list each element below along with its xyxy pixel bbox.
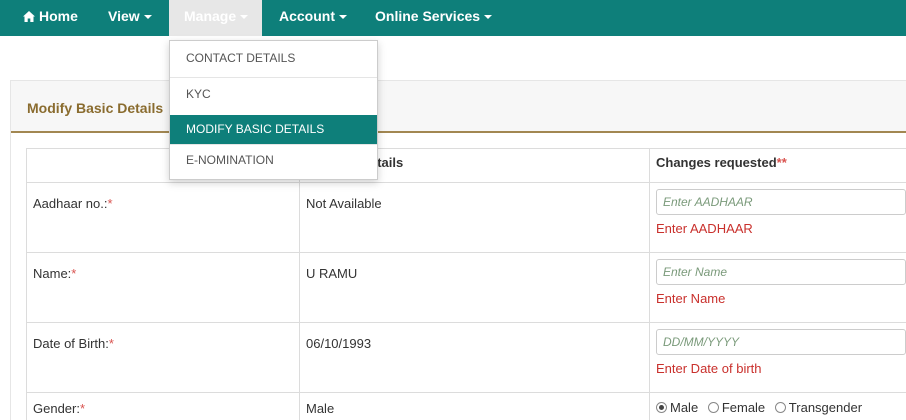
table-header-row: etails Changes requested** bbox=[26, 148, 906, 183]
date-of-birth-input[interactable] bbox=[656, 329, 906, 355]
current-value: 06/10/1993 bbox=[299, 322, 650, 393]
radio-label: Female bbox=[721, 400, 766, 415]
nav-home-label: Home bbox=[39, 8, 78, 24]
nav-manage[interactable]: Manage bbox=[169, 0, 262, 36]
chevron-down-icon bbox=[240, 15, 249, 20]
current-value: Male bbox=[299, 392, 650, 420]
nav-home[interactable]: Home bbox=[23, 0, 78, 36]
table-row: Gender:* Male Male Female Transgender bbox=[26, 392, 906, 420]
radio-label: Transgender bbox=[788, 400, 863, 415]
gender-radio-transgender[interactable] bbox=[774, 402, 786, 413]
top-navbar: Home View Manage Account Online Services bbox=[0, 0, 906, 36]
error-message: Enter Date of birth bbox=[656, 361, 762, 376]
change-cell: Enter Date of birth bbox=[649, 322, 906, 393]
gender-radio-male[interactable] bbox=[656, 402, 667, 413]
table-row: Date of Birth:* 06/10/1993 Enter Date of… bbox=[26, 322, 906, 393]
field-label: Gender:* bbox=[26, 392, 300, 420]
menu-item-contact-details[interactable]: CONTACT DETAILS bbox=[170, 44, 377, 73]
nav-manage-label: Manage bbox=[184, 8, 237, 24]
nav-online-services[interactable]: Online Services bbox=[375, 0, 493, 36]
error-message: Enter Name bbox=[656, 291, 726, 306]
home-icon bbox=[23, 11, 35, 22]
nav-view[interactable]: View bbox=[108, 0, 152, 36]
menu-item-modify-basic-details[interactable]: MODIFY BASIC DETAILS bbox=[170, 115, 377, 144]
manage-dropdown-menu: CONTACT DETAILS KYC MODIFY BASIC DETAILS… bbox=[169, 40, 378, 180]
chevron-down-icon bbox=[339, 15, 347, 20]
panel-heading: Modify Basic Details bbox=[11, 81, 906, 133]
details-table: etails Changes requested** Aadhaar no.:*… bbox=[26, 148, 906, 420]
current-value: Not Available bbox=[299, 182, 650, 253]
aadhaar-input[interactable] bbox=[656, 189, 906, 215]
gender-radio-group: Male Female Transgender bbox=[656, 400, 900, 415]
error-message: Enter AADHAAR bbox=[656, 221, 753, 236]
change-cell: Enter AADHAAR bbox=[649, 182, 906, 253]
menu-divider bbox=[170, 77, 377, 78]
field-label: Date of Birth:* bbox=[26, 322, 300, 393]
nav-view-label: View bbox=[108, 8, 140, 24]
current-value: U RAMU bbox=[299, 252, 650, 323]
required-marker: ** bbox=[776, 155, 787, 170]
radio-label: Male bbox=[670, 400, 699, 415]
chevron-down-icon bbox=[484, 15, 493, 20]
chevron-down-icon bbox=[143, 15, 152, 20]
change-cell: Male Female Transgender bbox=[649, 392, 906, 420]
nav-online-services-label: Online Services bbox=[375, 8, 481, 24]
field-label: Aadhaar no.:* bbox=[26, 182, 300, 253]
change-cell: Enter Name bbox=[649, 252, 906, 323]
nav-account[interactable]: Account bbox=[279, 0, 347, 36]
gender-radio-female[interactable] bbox=[707, 402, 719, 413]
table-row: Name:* U RAMU Enter Name bbox=[26, 252, 906, 323]
column-header-changes: Changes requested** bbox=[649, 148, 906, 183]
nav-account-label: Account bbox=[279, 8, 335, 24]
table-row: Aadhaar no.:* Not Available Enter AADHAA… bbox=[26, 182, 906, 253]
panel-title: Modify Basic Details bbox=[27, 100, 164, 116]
menu-divider bbox=[170, 144, 377, 145]
name-input[interactable] bbox=[656, 259, 906, 285]
menu-item-e-nomination[interactable]: E-NOMINATION bbox=[170, 146, 377, 175]
menu-item-kyc[interactable]: KYC bbox=[170, 80, 377, 109]
field-label: Name:* bbox=[26, 252, 300, 323]
